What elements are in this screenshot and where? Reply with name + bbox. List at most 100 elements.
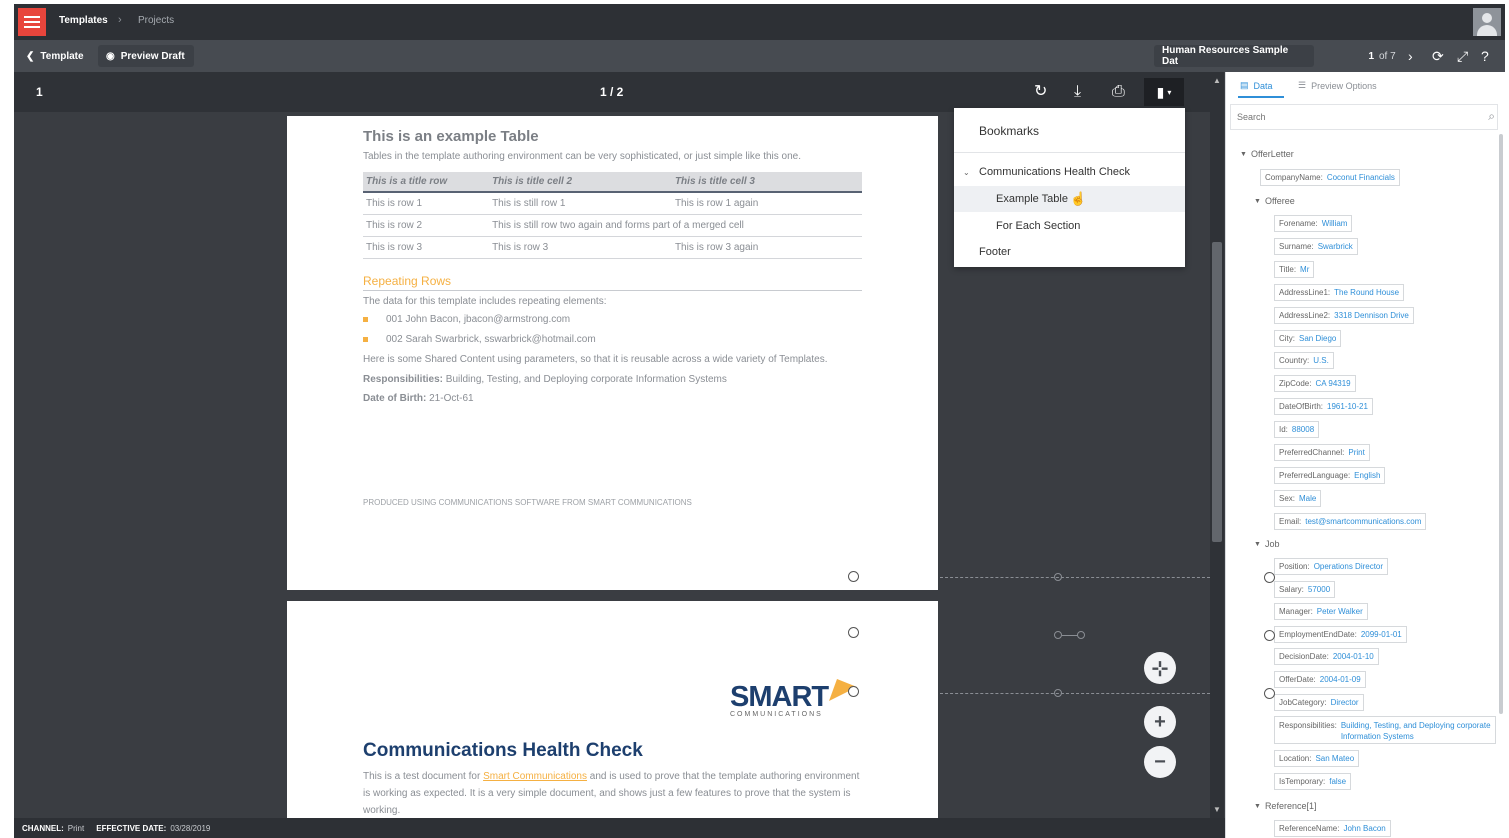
data-field[interactable]: AddressLine1: The Round House [1274,283,1405,301]
zoom-in-icon[interactable]: + [1144,706,1176,738]
data-field[interactable]: Manager: Peter Walker [1274,603,1368,621]
data-field[interactable]: Position: Operations Director [1274,558,1389,575]
fullscreen-icon[interactable]: ⤢ [1457,47,1468,65]
record-page-total: of 7 [1379,51,1396,62]
tree-node-job[interactable]: ▼ Job [1254,539,1279,549]
data-field[interactable]: Responsibilities: Building, Testing, and … [1274,716,1496,745]
viewer-scrollbar[interactable]: ▲ ▼ [1210,72,1224,818]
tree-node-label: Reference[1] [1264,801,1317,811]
data-search-input[interactable] [1230,104,1498,130]
data-field[interactable]: Sex: Male [1274,489,1322,507]
data-field[interactable]: IsTemporary: false [1274,772,1352,790]
data-field[interactable]: Id: 88008 [1274,421,1320,439]
data-field[interactable]: Surname: Swarbrick [1274,237,1358,255]
connector-handle[interactable] [848,571,859,582]
scroll-down-icon[interactable]: ▼ [1213,805,1221,814]
print-icon[interactable]: ⎙ [1112,82,1125,102]
data-field[interactable]: DecisionDate: 2004-01-10 [1274,648,1379,666]
data-field[interactable]: PreferredLanguage: English [1274,466,1386,484]
connector-handle[interactable] [1264,630,1275,641]
data-field[interactable]: Title: Mr [1274,260,1315,278]
field-value: 2099-01-01 [1360,629,1402,639]
download-icon[interactable]: ⤓ [1074,82,1081,102]
field-value: John Bacon [1343,824,1386,833]
responsibilities-value: Building, Testing, and Deploying corpora… [443,374,727,385]
refresh-icon[interactable]: ⟳ [1432,47,1444,65]
smart-communications-link[interactable]: Smart Communications [483,771,587,782]
tree-node-label: Offeree [1264,196,1295,206]
bookmark-item-example-table[interactable]: Example Table ☝ [954,186,1185,212]
data-field[interactable]: Forename: William [1274,215,1353,232]
data-field[interactable]: PreferredChannel: Print [1274,444,1370,461]
field-value: San Mateo [1315,754,1355,764]
chevron-down-icon[interactable]: ▼ [1254,803,1261,810]
effective-date-label: EFFECTIVE DATE: [96,823,167,833]
tree-node-offeree[interactable]: ▼ Offeree [1254,196,1295,206]
user-avatar[interactable] [1473,8,1501,36]
tree-node-label: OfferLetter [1250,149,1294,159]
field-value: Swarbrick [1317,241,1353,251]
data-field[interactable]: ReferenceName: John Bacon [1274,820,1391,837]
record-page-input[interactable]: 1 [1350,45,1374,67]
data-field[interactable]: Salary: 57000 [1274,580,1336,598]
data-field[interactable]: ZipCode: CA 94319 [1274,375,1356,393]
connector-handle[interactable] [848,627,859,638]
bookmark-item-for-each-section[interactable]: For Each Section [954,213,1185,239]
breadcrumb-templates[interactable]: Templates [59,15,108,26]
field-key: ReferenceName: [1279,824,1340,833]
search-icon[interactable]: ⌕ [1488,109,1495,124]
logo-sub-text: COMMUNICATIONS [730,711,823,718]
connector-handle[interactable] [848,686,859,697]
data-field[interactable]: AddressLine2: 3318 Dennison Drive [1274,306,1414,324]
data-field[interactable]: DateOfBirth: 1961-10-21 [1274,398,1373,416]
field-key: CompanyName: [1265,173,1323,182]
breadcrumb-projects[interactable]: Projects [138,15,174,26]
bookmark-item-footer[interactable]: Footer [954,239,1185,265]
chevron-left-icon: ❮ [26,50,35,62]
hamburger-menu-icon[interactable] [18,8,46,36]
data-field[interactable]: OfferDate: 2004-01-09 [1274,671,1366,688]
zoom-out-icon[interactable]: − [1144,746,1176,778]
field-key: Sex: [1279,493,1296,503]
back-to-template-button[interactable]: ❮ Template [18,45,92,67]
tree-node-reference[interactable]: ▼ Reference[1] [1254,801,1316,811]
tab-preview-options[interactable]: ☰ Preview Options [1298,80,1377,91]
data-field[interactable]: EmploymentEndDate: 2099-01-01 [1274,625,1407,643]
dataset-value: Human Resources Sample Dat [1162,45,1289,67]
data-field[interactable]: City: San Diego [1274,329,1342,347]
field-key: Surname: [1279,241,1314,251]
tree-node-offerletter[interactable]: ▼ OfferLetter [1240,149,1294,159]
connector-handle[interactable] [1264,688,1275,699]
bookmark-dropdown-button[interactable]: ▮ ▾ [1144,78,1184,106]
data-field[interactable]: Email: test@smartcommunications.com [1274,512,1427,530]
bookmark-item-health-check[interactable]: ⌄ Communications Health Check [954,159,1185,185]
connector-node[interactable] [1054,631,1062,639]
table-header-cell: This is title cell 2 [489,172,672,193]
connector-node[interactable] [1077,631,1085,639]
chevron-down-icon[interactable]: ▼ [1240,151,1247,158]
chevron-down-icon[interactable]: ▼ [1254,198,1261,205]
chevron-right-icon[interactable]: › [1408,47,1413,65]
connector-node[interactable] [1054,573,1062,581]
table-cell: This is row 1 [363,192,490,215]
chevron-down-icon[interactable]: ⌄ [963,168,970,177]
rotate-icon[interactable]: ↻ [1034,82,1047,102]
field-value: false [1329,776,1347,786]
field-company-name[interactable]: CompanyName: Coconut Financials [1260,169,1400,186]
data-field[interactable]: Location: San Mateo [1274,750,1360,768]
field-value: 57000 [1307,584,1331,594]
data-field[interactable]: JobCategory: Director [1274,693,1364,711]
connector-handle[interactable] [1264,572,1275,583]
help-icon[interactable]: ? [1481,47,1489,65]
preview-draft-button[interactable]: ◉ Preview Draft [98,45,194,67]
dataset-select[interactable]: Human Resources Sample Dat [1154,45,1314,67]
connector-node[interactable] [1054,689,1062,697]
data-field[interactable]: Country: U.S. [1274,352,1334,370]
preview-label: Preview Draft [120,50,185,62]
scrollbar-thumb[interactable] [1212,242,1222,542]
data-panel-scrollbar[interactable] [1499,134,1503,714]
scroll-up-icon[interactable]: ▲ [1213,76,1221,85]
fit-page-icon[interactable]: ⊹ [1144,652,1176,684]
chevron-down-icon[interactable]: ▼ [1254,541,1261,548]
tab-data[interactable]: ▤ Data [1240,80,1273,91]
